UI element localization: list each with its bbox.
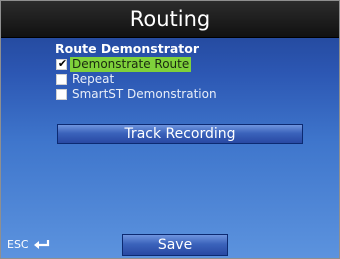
repeat-label: Repeat <box>72 72 115 86</box>
option-smartst-demonstration[interactable]: SmartST Demonstration <box>56 87 217 102</box>
demonstrate-route-label: Demonstrate Route <box>70 57 192 72</box>
smartst-demonstration-label: SmartST Demonstration <box>72 87 217 101</box>
track-recording-button[interactable]: Track Recording <box>57 124 303 144</box>
title-bar: Routing <box>1 1 339 38</box>
route-demonstrator-heading: Route Demonstrator <box>55 41 200 56</box>
esc-label: ESC <box>7 238 29 251</box>
checkmark-icon: ✔ <box>57 57 68 70</box>
routing-screen: Routing Route Demonstrator ✔ Demonstrate… <box>0 0 340 259</box>
option-demonstrate-route[interactable]: ✔ Demonstrate Route <box>56 57 192 72</box>
option-repeat[interactable]: Repeat <box>56 72 114 87</box>
return-arrow-icon <box>33 240 49 249</box>
save-button[interactable]: Save <box>122 234 228 256</box>
esc-button[interactable]: ESC <box>7 237 51 253</box>
demonstrate-route-checkbox[interactable]: ✔ <box>56 57 68 70</box>
page-title: Routing <box>129 7 211 31</box>
repeat-checkbox[interactable] <box>56 74 67 85</box>
smartst-demonstration-checkbox[interactable] <box>56 89 67 100</box>
